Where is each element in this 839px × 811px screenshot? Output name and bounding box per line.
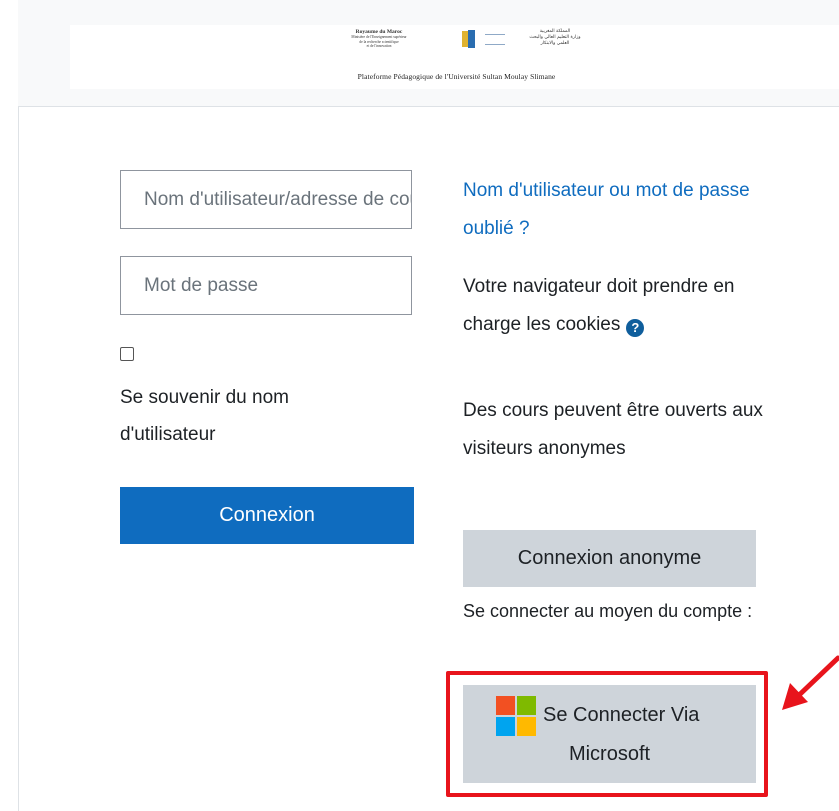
- login-header: Royaume du Maroc Ministère de l'Enseigne…: [18, 0, 839, 107]
- microsoft-logo-icon: [496, 696, 536, 736]
- cookies-notice: Votre navigateur doit prendre en charge …: [463, 268, 763, 344]
- guest-login-button[interactable]: Connexion anonyme: [463, 530, 756, 587]
- pointer-arrow-icon: [782, 655, 839, 710]
- university-emblem-icon: [462, 30, 475, 48]
- microsoft-button-label-line2: Microsoft: [568, 743, 651, 765]
- platform-title: Plateforme Pédagogique de l'Université S…: [357, 72, 556, 81]
- microsoft-button-label-line1: Se Connecter Via: [543, 704, 700, 726]
- cookies-text: Votre navigateur doit prendre en charge …: [463, 276, 735, 335]
- university-wordmark: [485, 34, 505, 45]
- microsoft-login-button[interactable]: Se Connecter Via Microsoft: [463, 685, 756, 783]
- ministry-logo-french: Royaume du Maroc Ministère de l'Enseigne…: [351, 29, 407, 48]
- institution-banner: Royaume du Maroc Ministère de l'Enseigne…: [70, 25, 839, 89]
- username-placeholder: Nom d'utilisateur/adresse de courriel: [144, 188, 411, 210]
- login-button[interactable]: Connexion: [120, 487, 414, 544]
- ministry-logo-arabic: المملكة المغربية وزارة التعليم العالي وا…: [529, 29, 581, 46]
- forgot-password-link[interactable]: Nom d'utilisateur ou mot de passe oublié…: [463, 172, 763, 248]
- password-placeholder: Mot de passe: [144, 274, 259, 296]
- identity-provider-label: Se connecter au moyen du compte :: [463, 601, 753, 621]
- remember-username-label: Se souvenir du nom d'utilisateur: [120, 387, 289, 445]
- remember-username-checkbox[interactable]: [120, 347, 134, 361]
- guest-access-text: Des cours peuvent être ouverts aux visit…: [463, 400, 763, 459]
- password-input[interactable]: Mot de passe: [120, 256, 412, 315]
- question-circle-icon[interactable]: ?: [626, 319, 645, 337]
- username-input[interactable]: Nom d'utilisateur/adresse de courriel: [120, 170, 412, 229]
